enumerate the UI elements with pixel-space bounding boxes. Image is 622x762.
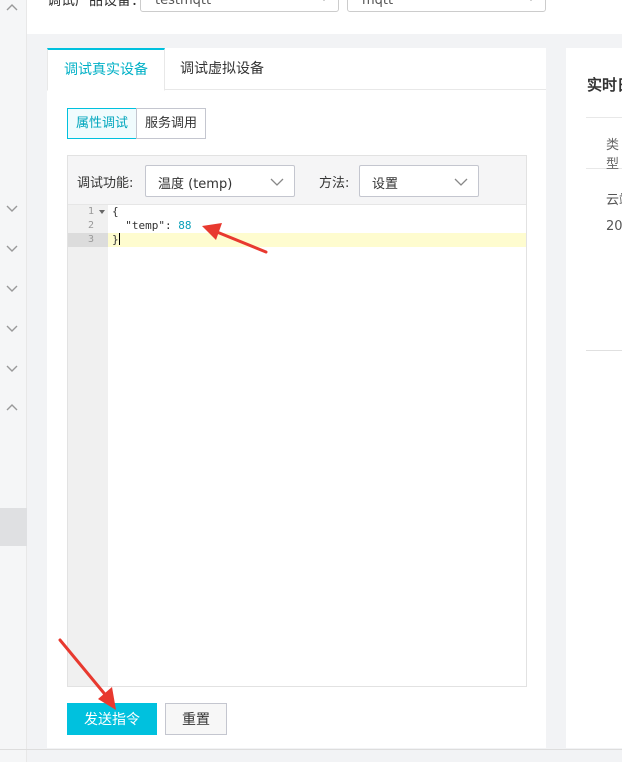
code-key-temp: "temp": xyxy=(112,219,179,232)
property-debug-button[interactable]: 属性调试 xyxy=(67,108,138,139)
code-brace-close: } xyxy=(112,233,119,246)
code-line-2: "temp": 88 xyxy=(108,219,526,233)
chevron-down-icon[interactable] xyxy=(4,362,20,374)
method-select[interactable]: 设置 xyxy=(359,165,479,197)
chevron-down-icon xyxy=(323,0,325,1)
editor-gutter: 1 2 3 xyxy=(68,205,108,686)
sidebar-active-item[interactable] xyxy=(0,508,27,546)
debug-toolbar: 调试功能: 温度 (temp) 方法: 设置 xyxy=(68,156,526,205)
tab-bar: 调试真实设备 调试虚拟设备 xyxy=(47,48,546,91)
log-cell-source: 云端 xyxy=(606,193,622,208)
top-bar: 调试产品设备： testmqtt mqtt xyxy=(27,0,622,34)
left-sidebar xyxy=(0,0,27,762)
code-line-3: } xyxy=(108,233,526,247)
product-select[interactable]: testmqtt xyxy=(140,0,339,12)
log-cell-time: 20 xyxy=(606,219,622,234)
device-selector-label: 调试产品设备： xyxy=(47,0,145,9)
realtime-log-title: 实时日志 xyxy=(587,76,622,94)
chevron-up-icon[interactable] xyxy=(4,402,20,414)
chevron-down-icon xyxy=(454,178,468,186)
chevron-up-icon[interactable] xyxy=(4,2,20,14)
fold-arrow-icon[interactable] xyxy=(99,209,105,215)
log-table-header: 类型 xyxy=(586,117,622,172)
product-select-value: testmqtt xyxy=(155,0,212,8)
debug-panel: 调试功能: 温度 (temp) 方法: 设置 1 2 3 { "temp": 8… xyxy=(67,155,527,687)
code-line-1: { xyxy=(108,205,526,219)
chevron-down-icon[interactable] xyxy=(4,282,20,294)
function-select-value: 温度 (temp) xyxy=(158,177,233,192)
line-number-current: 3 xyxy=(68,233,108,247)
chevron-down-icon[interactable] xyxy=(4,202,20,214)
debug-mode-segment: 属性调试 服务调用 xyxy=(67,108,207,139)
send-command-button[interactable]: 发送指令 xyxy=(67,703,157,735)
function-select[interactable]: 温度 (temp) xyxy=(145,165,295,197)
realtime-log-panel: 实时日志 类型 云端 20 xyxy=(566,48,622,748)
tab-virtual-device[interactable]: 调试虚拟设备 xyxy=(164,48,280,90)
log-header-type: 类型 xyxy=(606,138,620,172)
device-select-value: mqtt xyxy=(362,0,394,8)
method-label: 方法: xyxy=(319,176,350,191)
line-number: 2 xyxy=(88,220,95,231)
function-label: 调试功能: xyxy=(77,176,134,191)
method-select-value: 设置 xyxy=(372,177,399,192)
service-call-button[interactable]: 服务调用 xyxy=(136,108,207,139)
text-caret xyxy=(118,233,120,245)
chevron-down-icon xyxy=(530,0,532,1)
code-brace-open: { xyxy=(112,205,119,218)
chevron-down-icon xyxy=(270,178,284,186)
tab-real-device[interactable]: 调试真实设备 xyxy=(47,48,165,91)
debug-card: 调试真实设备 调试虚拟设备 属性调试 服务调用 调试功能: 温度 (temp) … xyxy=(47,48,546,748)
log-divider xyxy=(586,350,622,351)
json-editor[interactable]: 1 2 3 { "temp": 88 } xyxy=(68,205,526,686)
reset-button[interactable]: 重置 xyxy=(165,703,227,735)
page-bottom-divider xyxy=(0,749,622,750)
chevron-down-icon[interactable] xyxy=(4,322,20,334)
code-value-temp: 88 xyxy=(178,219,192,232)
chevron-down-icon[interactable] xyxy=(4,242,20,254)
device-select[interactable]: mqtt xyxy=(347,0,546,12)
